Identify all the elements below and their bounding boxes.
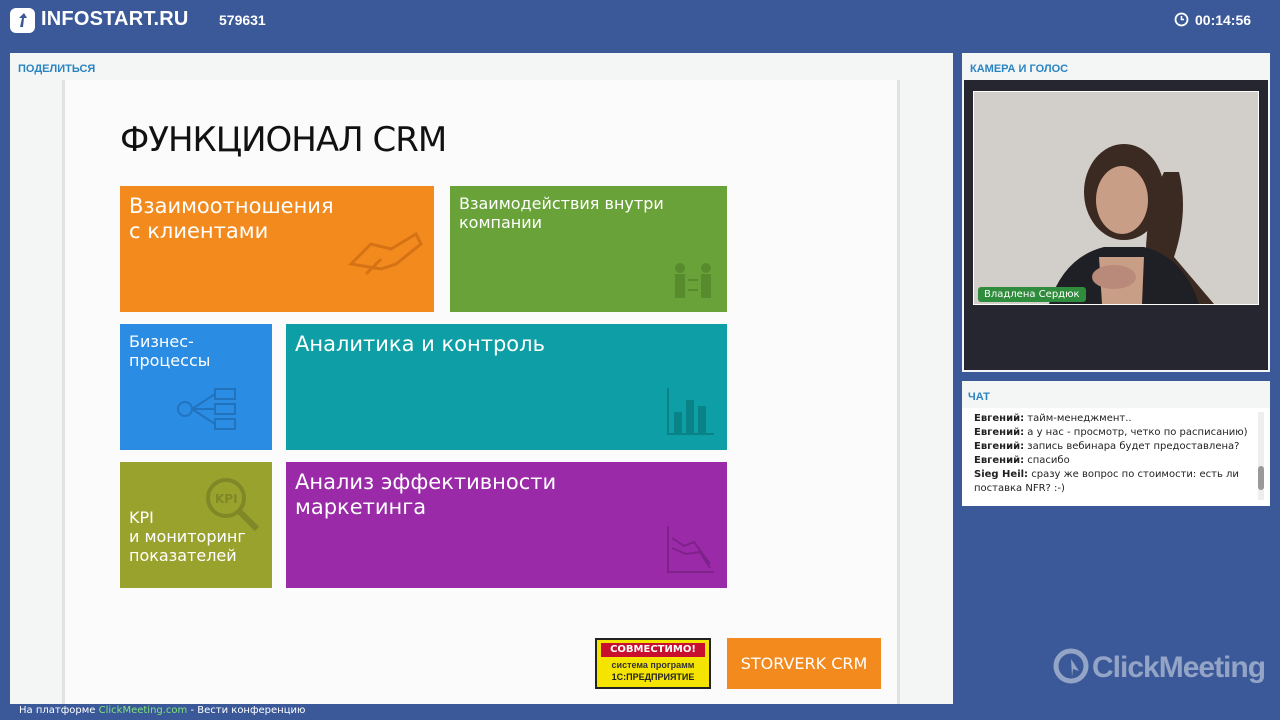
chat-panel: ЧАТ Евгений: тайм-менеджмент.. Евгений: … [962, 381, 1270, 506]
chat-message-continuation: поставка NFR? :-) [974, 483, 1065, 494]
presenter-name-tag: Владлена Сердюк [978, 287, 1086, 302]
footer-prefix: На платформе [19, 705, 99, 716]
presentation-slide: ФУНКЦИОНАЛ CRM Взаимоотношения с клиента… [62, 80, 900, 704]
chat-panel-title: ЧАТ [968, 391, 990, 403]
svg-text:KPI: KPI [215, 492, 238, 506]
handshake-icon [347, 231, 423, 276]
tile-marketing-analysis: Анализ эффективности маркетинга [286, 462, 727, 588]
presenter-video[interactable]: Владлена Сердюк [973, 91, 1259, 305]
tile-analytics-text: Аналитика и контроль [295, 332, 545, 356]
1c-logo-line2: система программ [611, 660, 695, 670]
platform-footer: На платформе ClickMeeting.com - Вести ко… [19, 705, 305, 716]
chat-message: Евгений: а у нас - просмотр, четко по ра… [974, 427, 1248, 438]
line-chart-icon [667, 526, 714, 573]
clickmeeting-link[interactable]: ClickMeeting.com [99, 705, 188, 716]
camera-panel: КАМЕРА И ГОЛОС Владлена Сердюк [962, 53, 1270, 372]
process-flow-icon [177, 388, 236, 430]
1c-compatible-logo: СОВМЕСТИМО! система программ 1С:ПРЕДПРИЯ… [595, 638, 711, 689]
timer-value: 00:14:56 [1195, 12, 1252, 28]
1c-logo-top: СОВМЕСТИМО! [601, 643, 705, 657]
people-icon [675, 263, 711, 298]
footer-suffix: - Вести конференцию [187, 705, 306, 716]
tile-internal-interaction-text: Взаимодействия внутри компании [459, 194, 664, 233]
chat-message: Евгений: тайм-менеджмент.. [974, 413, 1132, 424]
chat-message: Евгений: запись вебинара будет предостав… [974, 441, 1240, 452]
tile-business-processes-text: Бизнес- процессы [129, 332, 211, 371]
site-logo-text: INFOSTART.RU [41, 8, 189, 30]
slide-title: ФУНКЦИОНАЛ CRM [120, 120, 447, 160]
tile-internal-interaction: Взаимодействия внутри компании [450, 186, 727, 312]
bar-chart-icon [667, 388, 714, 435]
chat-message: Евгений: спасибо [974, 455, 1070, 466]
tile-client-relations: Взаимоотношения с клиентами [120, 186, 434, 312]
tile-client-relations-text: Взаимоотношения с клиентами [129, 194, 334, 244]
tile-marketing-analysis-text: Анализ эффективности маркетинга [295, 470, 557, 520]
camera-panel-title: КАМЕРА И ГОЛОС [970, 63, 1069, 75]
share-panel-title: ПОДЕЛИТЬСЯ [18, 63, 96, 75]
room-id: 579631 [219, 12, 266, 28]
watermark-text: ClickMeeting [1092, 651, 1266, 684]
tile-business-processes: Бизнес- процессы [120, 324, 272, 450]
kpi-magnifier-icon: KPI [206, 478, 260, 532]
tile-kpi: KPI и мониторинг показателей KPI [120, 462, 272, 588]
chat-scrollbar-thumb[interactable] [1258, 466, 1264, 490]
share-panel: ПОДЕЛИТЬСЯ ФУНКЦИОНАЛ CRM Взаимоотношени… [10, 53, 953, 704]
1c-logo-line3: 1С:ПРЕДПРИЯТИЕ [611, 672, 695, 682]
infostart-logo-icon [19, 13, 27, 27]
tile-analytics: Аналитика и контроль [286, 324, 727, 450]
clickmeeting-logo-icon [1053, 648, 1089, 684]
presenter-silhouette [974, 92, 1258, 304]
storverk-crm-logo: STORVERK CRM [727, 638, 881, 689]
infostart-logo-badge [10, 8, 35, 33]
clock-icon [1174, 12, 1189, 27]
chat-messages[interactable]: Евгений: тайм-менеджмент.. Евгений: а у … [962, 408, 1270, 506]
chat-message: Sieg Heil: сразу же вопрос по стоимости:… [974, 469, 1239, 480]
